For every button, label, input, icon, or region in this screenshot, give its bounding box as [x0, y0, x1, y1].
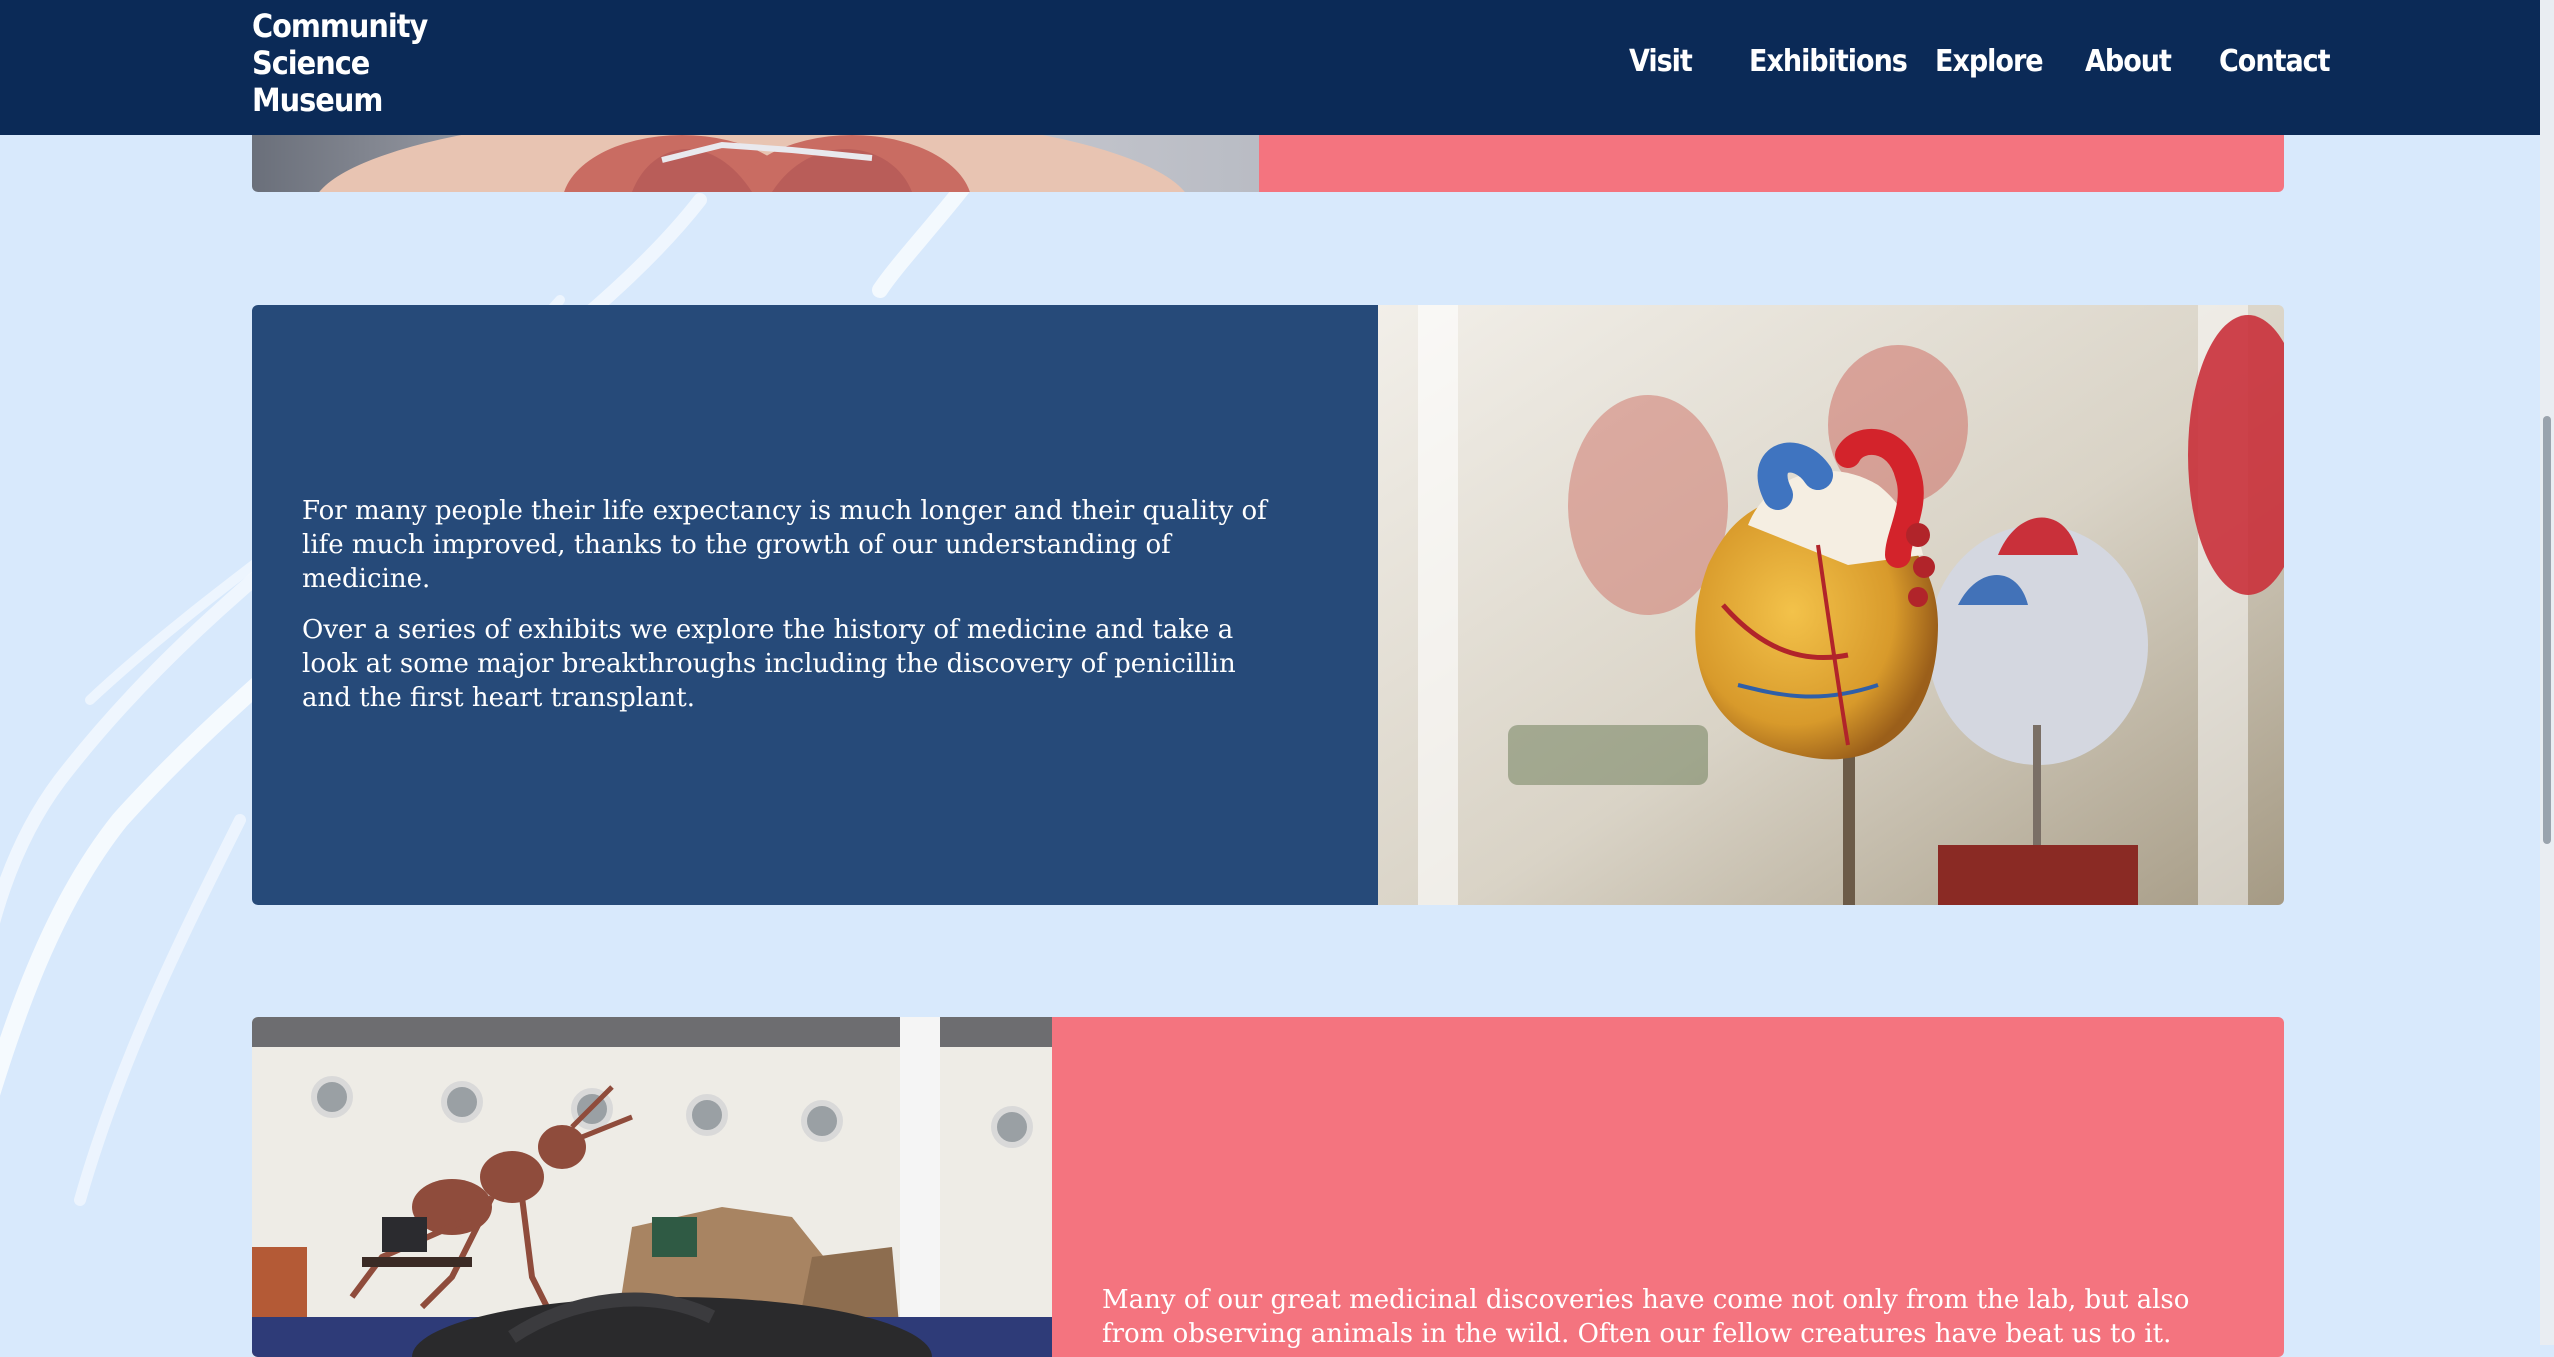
medicine-paragraph-2: Over a series of exhibits we explore the…: [302, 615, 1236, 713]
main-navigation: Visit Exhibitions Explore About Contact: [0, 44, 2540, 84]
medicine-text-panel: For many people their life expectancy is…: [252, 305, 1378, 905]
animals-paragraph-1: Many of our great medicinal discoveries …: [1102, 1285, 2190, 1349]
site-header: Community Science Museum Visit Exhibitio…: [0, 0, 2540, 135]
heart-model-photo: [1378, 305, 2284, 905]
nav-item-about[interactable]: About: [2085, 44, 2172, 79]
animal-discoveries-card: Many of our great medicinal discoveries …: [252, 1017, 2284, 1357]
nav-item-explore[interactable]: Explore: [1935, 44, 2044, 79]
medicine-history-card: For many people their life expectancy is…: [252, 305, 2284, 905]
nav-item-exhibitions[interactable]: Exhibitions: [1749, 44, 1908, 79]
nav-item-contact[interactable]: Contact: [2219, 44, 2331, 79]
logo-line-community: Community: [252, 7, 428, 45]
ant-exhibit-photo: [252, 1017, 1052, 1357]
page-scrollbar-thumb[interactable]: [2543, 416, 2551, 844]
animals-text-panel: Many of our great medicinal discoveries …: [1052, 1017, 2284, 1357]
logo-line-museum: Museum: [252, 81, 383, 119]
nav-item-visit[interactable]: Visit: [1629, 44, 1693, 79]
medicine-paragraph-1: For many people their life expectancy is…: [302, 496, 1267, 594]
